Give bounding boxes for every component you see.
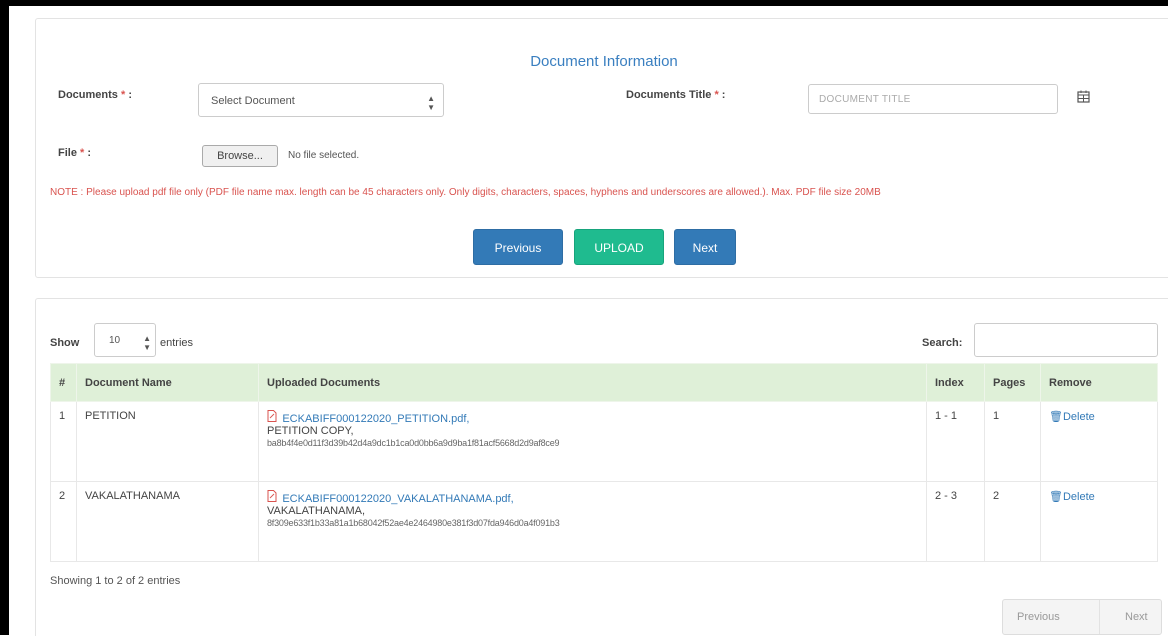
window-frame-left [0, 0, 9, 635]
documents-select[interactable]: Select Document ▲ ▼ [198, 83, 444, 117]
row-number: 1 [50, 401, 77, 482]
file-label: File * : [58, 147, 92, 159]
entries-label: entries [160, 337, 194, 349]
upload-note: NOTE : Please upload pdf file only (PDF … [50, 187, 881, 198]
page-count: 1 [984, 401, 1041, 482]
show-label: Show [50, 337, 80, 349]
document-name: VAKALATHANAMA [76, 481, 259, 562]
column-header[interactable]: Document Name [76, 363, 259, 402]
uploaded-document-cell: ECKABIFF000122020_PETITION.pdf, PETITION… [258, 401, 927, 482]
remove-cell: 🗑Delete [1040, 481, 1158, 562]
search-label: Search: [922, 337, 963, 349]
page: Document Information Documents * : Selec… [9, 6, 1168, 636]
documents-label: Documents * : [58, 89, 132, 101]
entries-length-select[interactable]: 10 ▲ ▼ [94, 323, 156, 357]
table-info-text: Showing 1 to 2 of 2 entries [50, 575, 181, 587]
document-upload-panel: Document Information Documents * : Selec… [35, 18, 1168, 278]
trash-icon: 🗑 [1049, 411, 1063, 423]
row-number: 2 [50, 481, 77, 562]
chevron-down-icon: ▲ ▼ [143, 334, 151, 352]
entries-length-value: 10 [109, 335, 121, 346]
pagination-previous[interactable]: Previous [1017, 611, 1060, 623]
documents-select-value: Select Document [211, 95, 295, 107]
pagination-next[interactable]: Next [1125, 611, 1148, 623]
table-row: 1 PETITION ECKABIFF000122020_PETITION.pd… [50, 401, 1158, 482]
uploaded-file-link[interactable]: ECKABIFF000122020_VAKALATHANAMA.pdf, [282, 493, 513, 505]
pagination-divider [1099, 600, 1100, 634]
document-copy-label: VAKALATHANAMA, [267, 505, 366, 517]
table-header-row: # Document Name Uploaded Documents Index… [50, 363, 1158, 402]
documents-title-label: Documents Title * : [626, 89, 726, 101]
file-pdf-icon [267, 410, 280, 425]
section-title: Document Information [530, 53, 678, 70]
document-hash: 8f309e633f1b33a81a1b68042f52ae4e2464980e… [267, 518, 560, 528]
documents-table: # Document Name Uploaded Documents Index… [50, 363, 1158, 562]
uploaded-documents-panel: Show 10 ▲ ▼ entries Search: # Document Na… [35, 298, 1168, 636]
documents-title-input[interactable]: DOCUMENT TITLE [808, 84, 1058, 114]
document-copy-label: PETITION COPY, [267, 425, 354, 437]
column-header[interactable]: Pages [984, 363, 1041, 402]
column-header[interactable]: # [50, 363, 77, 402]
document-name: PETITION [76, 401, 259, 482]
file-pdf-icon [267, 490, 280, 505]
remove-cell: 🗑Delete [1040, 401, 1158, 482]
page-count: 2 [984, 481, 1041, 562]
file-status-text: No file selected. [288, 150, 360, 161]
uploaded-file-link[interactable]: ECKABIFF000122020_PETITION.pdf, [282, 413, 469, 425]
uploaded-document-cell: ECKABIFF000122020_VAKALATHANAMA.pdf, VAK… [258, 481, 927, 562]
table-row: 2 VAKALATHANAMA ECKABIFF000122020_VAKALA… [50, 481, 1158, 562]
column-header[interactable]: Uploaded Documents [258, 363, 927, 402]
search-input[interactable] [974, 323, 1158, 357]
next-button[interactable]: Next [674, 229, 736, 265]
delete-link[interactable]: 🗑Delete [1049, 491, 1095, 503]
column-header[interactable]: Index [926, 363, 985, 402]
previous-button[interactable]: Previous [473, 229, 563, 265]
index-range: 2 - 3 [926, 481, 985, 562]
browse-button[interactable]: Browse... [202, 145, 278, 167]
index-range: 1 - 1 [926, 401, 985, 482]
calendar-icon[interactable] [1068, 84, 1098, 114]
document-hash: ba8b4f4e0d11f3d39b42d4a9dc1b1ca0d0bb6a9d… [267, 438, 560, 448]
documents-title-placeholder: DOCUMENT TITLE [819, 94, 911, 105]
upload-button[interactable]: UPLOAD [574, 229, 664, 265]
delete-link[interactable]: 🗑Delete [1049, 411, 1095, 423]
pagination: Previous Next [1002, 599, 1162, 635]
column-header[interactable]: Remove [1040, 363, 1158, 402]
trash-icon: 🗑 [1049, 491, 1063, 503]
chevron-down-icon: ▲ ▼ [427, 94, 435, 112]
